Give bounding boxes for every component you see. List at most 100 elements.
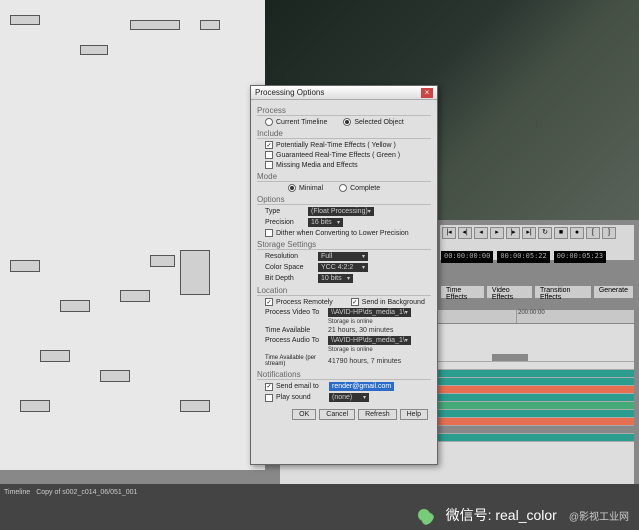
step-fwd-button[interactable]: |▸: [506, 227, 520, 239]
label-bg: Send in Background: [362, 299, 425, 306]
graph-node[interactable]: [10, 260, 40, 272]
label-colorspace: Color Space: [265, 264, 315, 271]
dropdown-precision[interactable]: 16 bits: [308, 218, 343, 227]
timecode-3[interactable]: 00:00:05:23: [554, 251, 606, 263]
wechat-label: 微信号: real_color: [446, 505, 557, 525]
label-resolution: Resolution: [265, 253, 315, 260]
graph-node[interactable]: [150, 255, 175, 267]
label-email: Send email to: [276, 383, 326, 390]
radio-complete[interactable]: [339, 184, 347, 192]
chk-sound[interactable]: [265, 394, 273, 402]
goto-start-button[interactable]: |◂: [442, 227, 456, 239]
play-reverse-button[interactable]: ◂: [474, 227, 488, 239]
dialog-title: Processing Options: [255, 88, 324, 97]
tab-video-effects[interactable]: Video Effects: [486, 285, 533, 299]
bottom-label: Timeline: [4, 489, 30, 496]
section-location: Location: [257, 286, 431, 296]
processing-options-dialog: Processing Options × Process Current Tim…: [250, 85, 438, 465]
chk-email[interactable]: [265, 383, 273, 391]
label-time-stream: Time Available (per stream): [265, 355, 325, 367]
node-graph-panel[interactable]: [0, 0, 265, 470]
input-email[interactable]: render@gmail.com: [329, 382, 394, 391]
graph-node[interactable]: [40, 350, 70, 362]
graph-node[interactable]: [10, 15, 40, 25]
dropdown-resolution[interactable]: Full: [318, 252, 368, 261]
tab-time-effects[interactable]: Time Effects: [440, 285, 485, 299]
graph-node[interactable]: [130, 20, 180, 30]
clip-name: Copy of s002_c014_06/051_001: [36, 489, 137, 496]
goto-end-button[interactable]: ▸|: [522, 227, 536, 239]
stop-button[interactable]: ■: [554, 227, 568, 239]
label-minimal: Minimal: [299, 185, 323, 192]
record-button[interactable]: ●: [570, 227, 584, 239]
label-audio-to: Process Audio To: [265, 337, 325, 344]
label-video-to: Process Video To: [265, 309, 325, 316]
graph-node[interactable]: [100, 370, 130, 382]
dropdown-type[interactable]: (Float Processing): [308, 207, 374, 216]
label-precision: Precision: [265, 219, 305, 226]
label-guaranteed: Guaranteed Real-Time Effects ( Green ): [276, 152, 400, 159]
tab-transition-effects[interactable]: Transition Effects: [534, 285, 592, 299]
label-complete: Complete: [350, 185, 380, 192]
radio-current-timeline[interactable]: [265, 118, 273, 126]
mark-in-button[interactable]: [: [586, 227, 600, 239]
label-potentially: Potentially Real-Time Effects ( Yellow ): [276, 142, 396, 149]
chk-remote[interactable]: [265, 298, 273, 306]
credit-label: @影视工业网: [569, 508, 629, 523]
help-button[interactable]: Help: [400, 409, 428, 420]
section-options: Options: [257, 195, 431, 205]
play-button[interactable]: ▸: [490, 227, 504, 239]
dropdown-colorspace[interactable]: YCC 4:2:2: [318, 263, 368, 272]
dialog-titlebar[interactable]: Processing Options ×: [251, 86, 437, 100]
radio-minimal[interactable]: [288, 184, 296, 192]
close-icon[interactable]: ×: [421, 88, 433, 98]
section-mode: Mode: [257, 172, 431, 182]
mark-out-button[interactable]: ]: [602, 227, 616, 239]
note-video-storage: Storage is online: [328, 319, 373, 325]
section-notifications: Notifications: [257, 370, 431, 380]
graph-node[interactable]: [180, 250, 210, 295]
label-current: Current Timeline: [276, 119, 327, 126]
cancel-button[interactable]: Cancel: [319, 409, 355, 420]
tab-generate[interactable]: Generate: [593, 285, 634, 299]
graph-node[interactable]: [80, 45, 108, 55]
section-process: Process: [257, 106, 431, 116]
loop-button[interactable]: ↻: [538, 227, 552, 239]
chk-bg[interactable]: [351, 298, 359, 306]
graph-node[interactable]: [200, 20, 220, 30]
label-dither: Dither when Converting to Lower Precisio…: [276, 230, 409, 237]
timecode-1[interactable]: 00:00:00:00: [441, 251, 493, 263]
label-missing: Missing Media and Effects: [276, 162, 358, 169]
radio-selected-object[interactable]: [343, 118, 351, 126]
dropdown-bitdepth[interactable]: 10 bits: [318, 274, 353, 283]
section-storage: Storage Settings: [257, 240, 431, 250]
step-back-button[interactable]: ◂|: [458, 227, 472, 239]
timecode-row: 00:00:00:00 00:00:05:22 00:00:05:23: [440, 250, 634, 264]
graph-node[interactable]: [20, 400, 50, 412]
chk-dither[interactable]: [265, 229, 273, 237]
refresh-button[interactable]: Refresh: [358, 409, 397, 420]
dropdown-video-to[interactable]: \\AVID-HP\ds_media_1\: [328, 308, 411, 317]
label-selected: Selected Object: [354, 119, 403, 126]
effects-tabs: Time Effects Video Effects Transition Ef…: [440, 285, 634, 299]
timecode-2[interactable]: 00:00:05:22: [497, 251, 549, 263]
chk-guaranteed[interactable]: [265, 151, 273, 159]
section-include: Include: [257, 129, 431, 139]
chk-missing[interactable]: [265, 161, 273, 169]
wechat-icon: [414, 505, 434, 525]
ok-button[interactable]: OK: [292, 409, 316, 420]
graph-node[interactable]: [60, 300, 90, 312]
note-audio-storage: Storage is online: [328, 347, 373, 353]
chk-potentially[interactable]: [265, 141, 273, 149]
graph-node[interactable]: [180, 400, 210, 412]
dropdown-sound[interactable]: (none): [329, 393, 369, 402]
label-bitdepth: Bit Depth: [265, 275, 315, 282]
label-remote: Process Remotely: [276, 299, 333, 306]
ruler-tick: 200:00:00: [516, 310, 634, 323]
graph-node[interactable]: [120, 290, 150, 302]
watermark-footer: 微信号: real_color @影视工业网: [0, 500, 639, 530]
label-sound: Play sound: [276, 394, 326, 401]
dropdown-audio-to[interactable]: \\AVID-HP\ds_media_1\: [328, 336, 411, 345]
clip[interactable]: [492, 354, 527, 361]
label-type: Type: [265, 208, 305, 215]
